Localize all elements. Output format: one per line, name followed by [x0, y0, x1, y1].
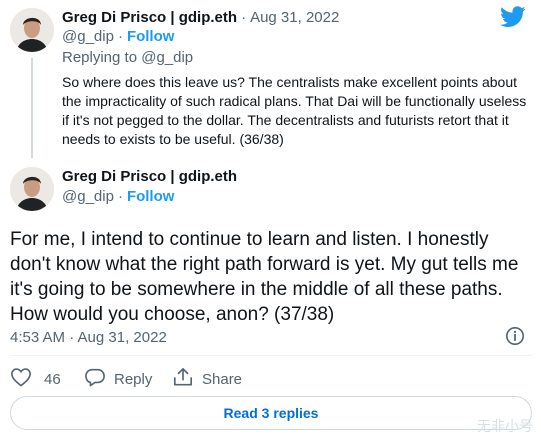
reply-action[interactable]: Reply: [84, 367, 152, 391]
handle[interactable]: @g_dip: [62, 28, 114, 45]
separator: ·: [117, 28, 123, 45]
share-icon: [172, 367, 194, 391]
reply-icon: [84, 367, 106, 391]
tweet2-handle-row: @g_dip · Follow: [62, 188, 174, 205]
display-name[interactable]: Greg Di Prisco | gdip.eth: [62, 168, 237, 185]
share-action[interactable]: Share: [172, 367, 242, 391]
avatar[interactable]: [10, 8, 54, 52]
tweet-timestamp[interactable]: 4:53 AM · Aug 31, 2022: [10, 329, 167, 346]
like-count: 46: [44, 370, 61, 388]
twitter-bird-icon[interactable]: [500, 6, 526, 33]
handle[interactable]: @g_dip: [62, 188, 114, 205]
avatar[interactable]: [10, 167, 54, 211]
like-action[interactable]: 46: [10, 367, 61, 391]
tweet1-text: So where does this leave us? The central…: [62, 74, 527, 147]
tweet-date[interactable]: Aug 31, 2022: [250, 9, 339, 26]
thread-line: [31, 58, 33, 158]
reply-label: Reply: [114, 370, 153, 388]
tweet1-header: Greg Di Prisco | gdip.eth · Aug 31, 2022: [62, 9, 339, 26]
read-replies-label: Read 3 replies: [223, 405, 319, 421]
info-icon[interactable]: [505, 326, 525, 351]
heart-icon: [10, 367, 32, 391]
follow-button[interactable]: Follow: [127, 188, 175, 205]
follow-button[interactable]: Follow: [127, 28, 175, 45]
share-label: Share: [202, 370, 243, 388]
display-name[interactable]: Greg Di Prisco | gdip.eth: [62, 9, 237, 26]
read-replies-button[interactable]: Read 3 replies: [10, 396, 532, 430]
watermark: 无非小号: [477, 418, 533, 434]
separator: ·: [241, 9, 247, 26]
divider: [10, 355, 532, 356]
replying-to[interactable]: Replying to @g_dip: [62, 49, 193, 66]
tweet1-handle-row: @g_dip · Follow: [62, 28, 174, 45]
separator: ·: [117, 188, 123, 205]
tweet2-text: For me, I intend to continue to learn an…: [10, 229, 519, 325]
